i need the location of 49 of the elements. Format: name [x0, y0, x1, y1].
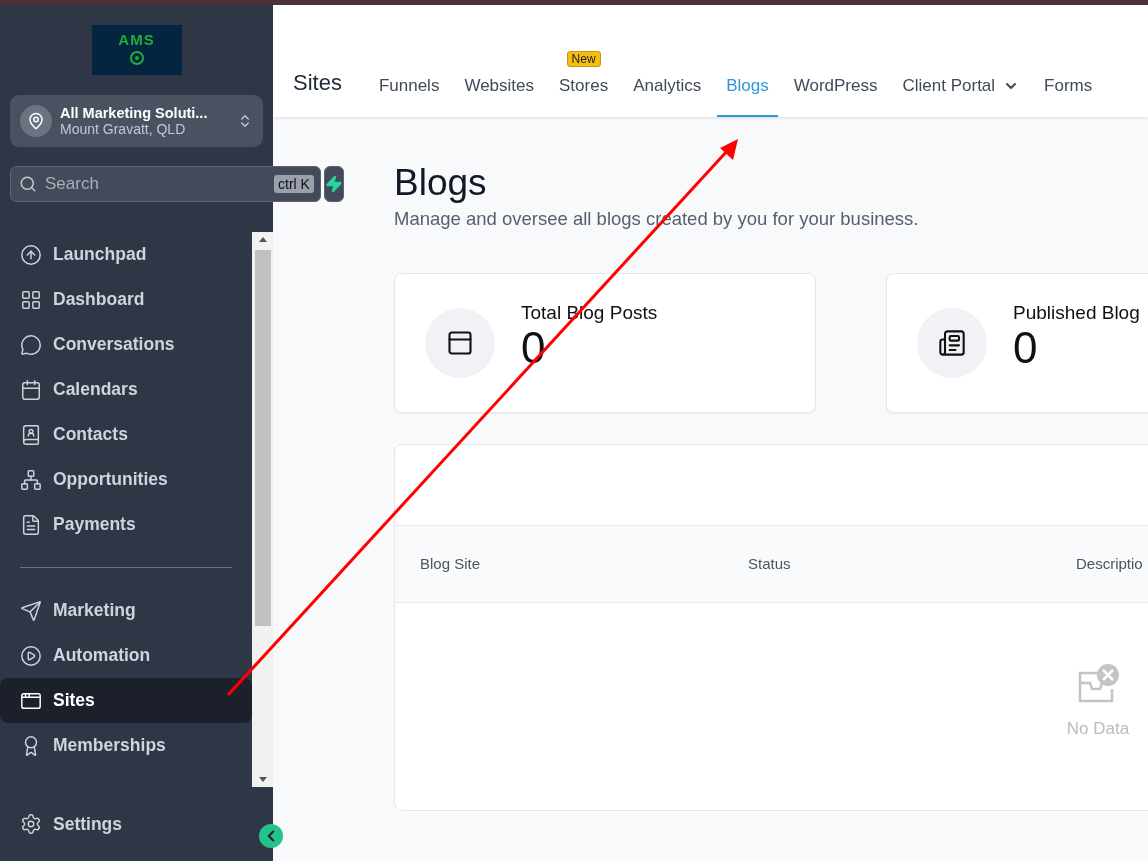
play-icon [20, 644, 42, 667]
empty-message: No Data [1066, 718, 1130, 739]
stat-label: Published Blog [1013, 302, 1140, 325]
nav-item[interactable]: Contacts [0, 412, 252, 457]
page-title: Blogs [394, 163, 488, 204]
account-switcher[interactable]: All Marketing Soluti... Mount Gravatt, QLD [10, 95, 263, 147]
new-badge: New [566, 51, 601, 67]
nav-tab[interactable]: Analytics [624, 76, 711, 117]
stat-value: 0 [1013, 324, 1039, 373]
nav-tab[interactable]: Forms [1035, 76, 1102, 117]
upload-icon [20, 243, 42, 266]
collapse-button[interactable] [259, 824, 283, 848]
calendar-icon [20, 378, 42, 401]
nav-item[interactable]: Automation [0, 633, 252, 678]
search-input[interactable]: Search [43, 173, 268, 195]
contacts-icon [20, 423, 42, 446]
logo-text: AMS [118, 31, 155, 47]
nav-item[interactable]: Launchpad [0, 232, 252, 277]
dashboard-icon [20, 288, 42, 311]
column-header: Blog Site [420, 555, 482, 573]
nav-tab[interactable]: Websites [455, 76, 543, 117]
nav-item[interactable]: Memberships [0, 723, 252, 768]
shortcut-key: ctrl K [274, 175, 314, 193]
column-header: Status [748, 555, 792, 573]
nav-item[interactable]: Opportunities [0, 457, 252, 502]
nav-item[interactable]: Conversations [0, 322, 252, 367]
bolt-icon [324, 175, 343, 193]
nav-item[interactable]: Calendars [0, 367, 252, 412]
nav-tab[interactable]: Funnels [369, 76, 449, 117]
account-location: Mount Gravatt, QLD [60, 121, 187, 137]
nav-tab[interactable]: Client Portal [893, 76, 1029, 117]
account-name: All Marketing Soluti... [60, 105, 209, 121]
settings-item[interactable]: Settings [0, 801, 123, 847]
nav-item[interactable]: Marketing [0, 588, 252, 633]
document-icon [20, 513, 42, 536]
section-title: Sites [293, 70, 342, 96]
search-icon [19, 175, 37, 193]
nav-item[interactable]: Sites [0, 678, 252, 723]
nav-item[interactable]: Dashboard [0, 277, 252, 322]
settings-icon [20, 813, 42, 835]
scrollbar[interactable] [252, 232, 273, 787]
search-field[interactable]: Search ctrl K [10, 166, 321, 202]
send-icon [20, 599, 42, 622]
chat-icon [20, 333, 42, 356]
column-header: Descriptio [1076, 555, 1144, 573]
location-icon [20, 105, 52, 137]
nav-tab[interactable]: WordPress [784, 76, 887, 117]
nav-item[interactable]: Payments [0, 502, 252, 547]
network-icon [20, 468, 42, 491]
